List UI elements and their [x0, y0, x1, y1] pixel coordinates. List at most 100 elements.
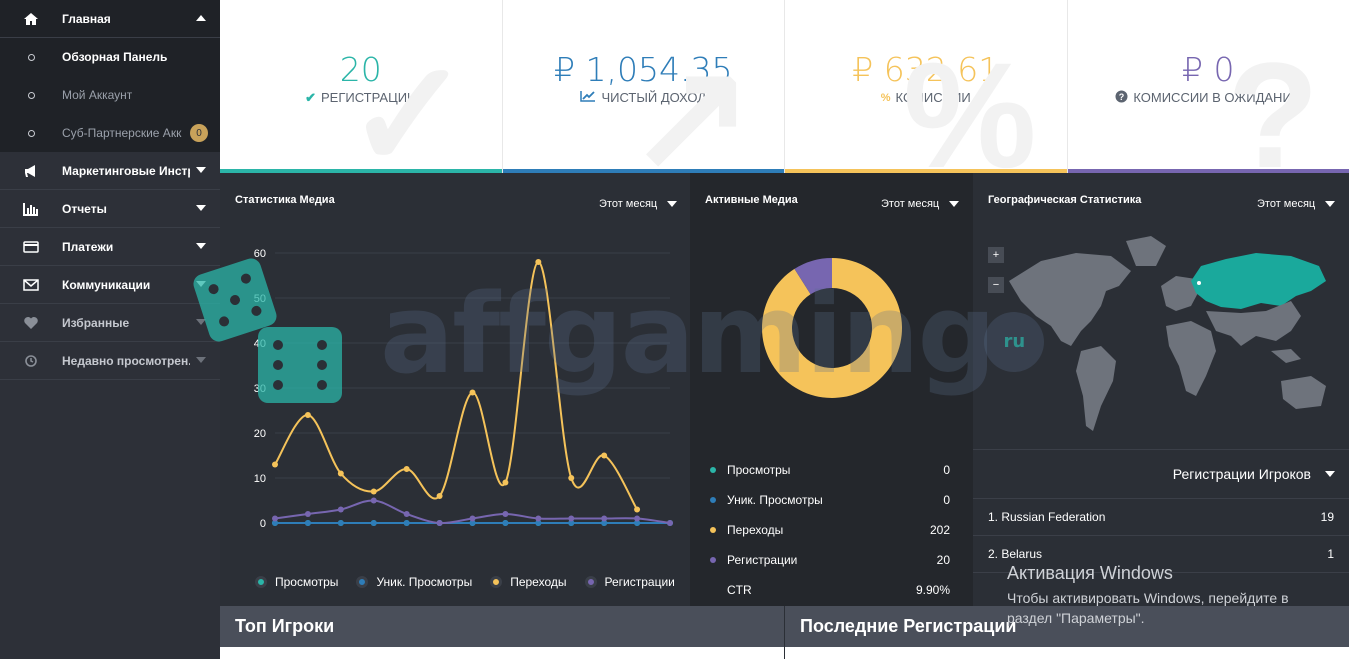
- data-point[interactable]: [535, 259, 542, 265]
- legend-item[interactable]: Просмотры: [255, 575, 338, 589]
- arrow-watermark-icon: ↗: [628, 31, 754, 173]
- home-icon: [0, 12, 62, 26]
- question-watermark-icon: ?: [1227, 31, 1319, 173]
- country-name: 2. Belarus: [988, 547, 1043, 561]
- data-point[interactable]: [568, 475, 575, 481]
- panel-title: Географическая Статистика: [988, 194, 1142, 206]
- data-point[interactable]: [337, 520, 344, 526]
- data-point[interactable]: [568, 515, 575, 522]
- data-point[interactable]: [370, 488, 377, 495]
- map-region-north-america: [1009, 253, 1131, 346]
- table-row: 1. Russian Federation 19: [973, 499, 1349, 536]
- megaphone-icon: [0, 164, 62, 178]
- chevron-up-icon: [196, 15, 206, 21]
- chevron-down-icon: [196, 243, 206, 249]
- period-dropdown[interactable]: Этот месяц: [599, 198, 678, 210]
- y-tick-label: 60: [254, 248, 266, 260]
- data-point[interactable]: [667, 520, 673, 526]
- data-point[interactable]: [272, 515, 278, 522]
- sidebar-item-label: Отчеты: [62, 201, 107, 216]
- chevron-down-icon: [196, 319, 206, 325]
- series-line: [274, 260, 638, 511]
- sidebar-item-reports[interactable]: Отчеты: [0, 190, 220, 228]
- data-point[interactable]: [502, 520, 509, 526]
- data-point[interactable]: [436, 520, 443, 526]
- period-dropdown[interactable]: Этот месяц: [1257, 198, 1336, 210]
- svg-text:?: ?: [1119, 92, 1125, 102]
- panel-title: Статистика Медиа: [235, 194, 335, 206]
- data-point[interactable]: [502, 511, 509, 517]
- data-point[interactable]: [370, 497, 377, 504]
- data-point[interactable]: [272, 461, 278, 468]
- map-marker-icon: [1197, 281, 1201, 285]
- chevron-down-icon: [196, 205, 206, 211]
- y-tick-label: 0: [260, 518, 266, 530]
- data-point[interactable]: [535, 515, 542, 522]
- panel-title: Активные Медиа: [705, 194, 798, 206]
- stat-cards: ✓ 20 ✔ РЕГИСТРАЦИИ ↗ ₽ 1,054.35 ЧИСТЫЙ ДО…: [220, 0, 1349, 173]
- data-point[interactable]: [337, 470, 344, 477]
- data-point[interactable]: [370, 520, 377, 526]
- chart-legend: Просмотры Уник. Просмотры Переходы Регис…: [255, 575, 675, 589]
- activation-text: Чтобы активировать Windows, перейдите в: [1007, 590, 1289, 606]
- data-point[interactable]: [304, 412, 311, 418]
- sidebar-item-label: Избранные: [62, 315, 130, 330]
- map-region-australia: [1281, 376, 1326, 409]
- data-point[interactable]: [601, 452, 608, 459]
- row-name: Просмотры: [727, 463, 791, 477]
- sidebar-item-communications[interactable]: Коммуникации: [0, 266, 220, 304]
- y-tick-label: 10: [254, 473, 266, 485]
- world-map[interactable]: [1001, 231, 1341, 441]
- period-label: Этот месяц: [881, 198, 940, 210]
- data-point[interactable]: [403, 520, 410, 526]
- section-body: [785, 647, 1349, 659]
- legend-item[interactable]: Уник. Просмотры: [356, 575, 472, 589]
- active-media-list: Просмотры 0 Уник. Просмотры 0 Переходы 202 …: [710, 455, 950, 605]
- sidebar-item-payments[interactable]: Платежи: [0, 228, 220, 266]
- country-name: 1. Russian Federation: [988, 510, 1106, 524]
- sidebar-item-favorites[interactable]: Избранные: [0, 304, 220, 342]
- data-point[interactable]: [469, 389, 476, 396]
- trend-chart-icon: [580, 90, 596, 105]
- data-point[interactable]: [337, 506, 344, 513]
- sidebar-item-marketing[interactable]: Маркетинговые Инстр...: [0, 152, 220, 190]
- circle-icon: [27, 129, 35, 137]
- percent-watermark-icon: %: [903, 31, 1037, 173]
- player-registrations-dropdown[interactable]: Регистрации Игроков: [973, 449, 1349, 499]
- credit-card-icon: [0, 240, 62, 253]
- chevron-down-icon: [1325, 201, 1336, 207]
- y-tick-label: 20: [254, 428, 266, 440]
- sidebar-subitem-dashboard[interactable]: Обзорная Панель: [0, 38, 220, 76]
- legend-swatch: [490, 576, 503, 588]
- row-name: Уник. Просмотры: [727, 493, 823, 507]
- legend-swatch: [255, 576, 267, 588]
- data-point[interactable]: [634, 506, 641, 513]
- legend-item[interactable]: Регистрации: [584, 575, 675, 589]
- legend-dot: [710, 527, 716, 533]
- period-dropdown[interactable]: Этот месяц: [881, 198, 960, 210]
- legend-label: Регистрации: [604, 575, 675, 589]
- row-value: 202: [929, 523, 950, 537]
- data-point[interactable]: [403, 511, 410, 517]
- chevron-down-icon: [196, 281, 206, 287]
- legend-item[interactable]: Переходы: [490, 575, 567, 589]
- check-icon: ✔: [305, 89, 316, 105]
- sidebar-item-home[interactable]: Главная: [0, 0, 220, 38]
- sidebar-item-label: Главная: [62, 11, 111, 26]
- data-point[interactable]: [469, 515, 476, 522]
- data-point[interactable]: [601, 515, 608, 522]
- data-point[interactable]: [436, 493, 443, 499]
- sidebar-item-recent[interactable]: Недавно просмотрен...: [0, 342, 220, 380]
- data-point[interactable]: [304, 511, 311, 517]
- sidebar-subitem-subpartners[interactable]: Суб-Партнерские Акк... 0: [0, 114, 220, 152]
- data-point[interactable]: [304, 520, 311, 526]
- data-point[interactable]: [634, 515, 641, 522]
- data-point[interactable]: [502, 479, 509, 486]
- bar-chart-icon: [0, 202, 62, 216]
- data-point[interactable]: [403, 466, 410, 472]
- legend-label: Уник. Просмотры: [376, 575, 473, 589]
- sidebar-subitem-label: Обзорная Панель: [62, 50, 168, 64]
- sidebar-subitem-account[interactable]: Мой Аккаунт: [0, 76, 220, 114]
- section-title: Топ Игроки: [235, 616, 335, 636]
